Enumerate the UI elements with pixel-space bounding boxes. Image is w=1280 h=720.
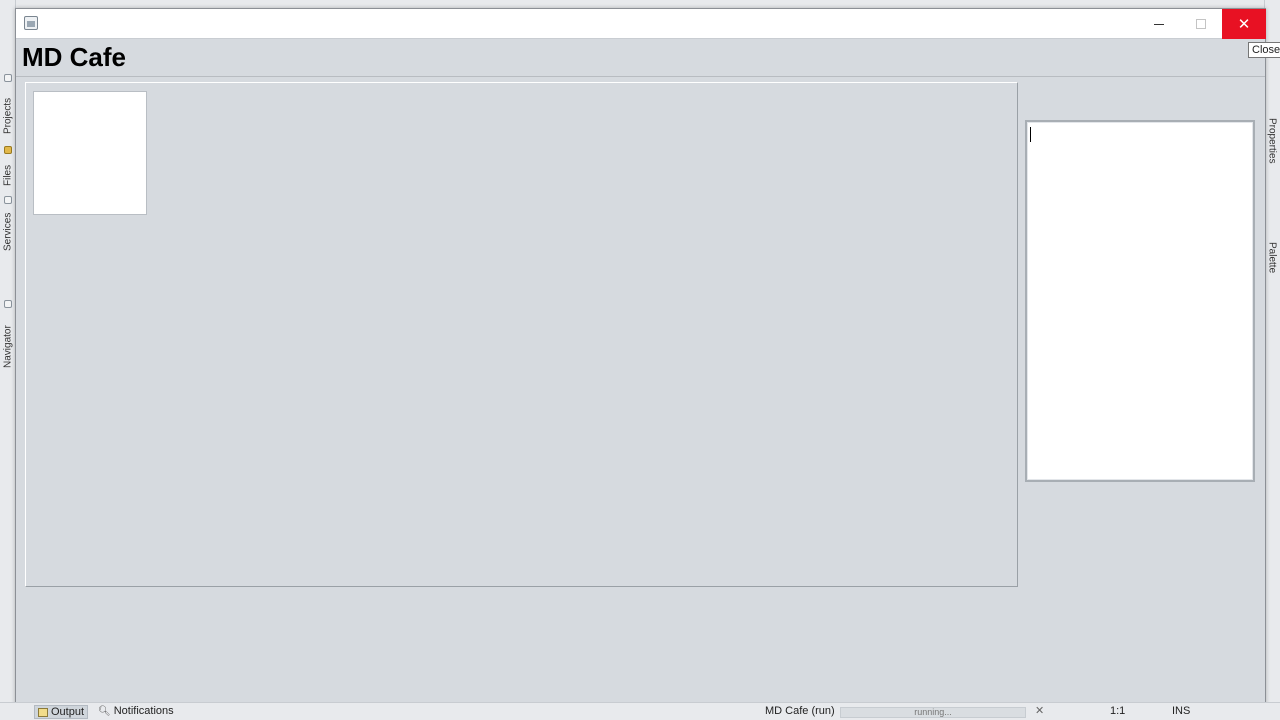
- app-window: ✕ MD Cafe: [15, 8, 1266, 707]
- output-icon: [38, 707, 48, 717]
- menu-items-panel: [25, 82, 1018, 587]
- side-tab-services[interactable]: Services: [1, 208, 15, 256]
- run-progress-bar: running...: [840, 707, 1026, 718]
- ide-left-sidebar: Projects Files Services Navigator: [0, 0, 16, 720]
- java-app-icon: [24, 16, 38, 30]
- services-icon[interactable]: [4, 196, 12, 204]
- maximize-icon: [1196, 19, 1206, 29]
- close-button[interactable]: ✕: [1222, 9, 1266, 39]
- insert-mode: INS: [1172, 705, 1191, 717]
- minimize-icon: [1154, 23, 1164, 25]
- menu-item-slot[interactable]: [33, 91, 147, 215]
- output-tab[interactable]: Output: [34, 705, 89, 719]
- page-title: MD Cafe: [22, 42, 127, 72]
- navigator-icon[interactable]: [4, 300, 12, 308]
- notifications-tab-label: Notifications: [113, 705, 174, 717]
- side-tab-projects[interactable]: Projects: [1, 92, 15, 140]
- close-icon: ✕: [1237, 16, 1251, 33]
- cancel-run-icon[interactable]: ✕: [1035, 704, 1044, 717]
- app-content: MD Cafe: [16, 40, 1265, 707]
- text-caret: [1030, 127, 1031, 142]
- ide-right-sidebar: Properties Palette: [1264, 0, 1280, 720]
- projects-icon[interactable]: [4, 74, 12, 82]
- cursor-position: 1:1: [1110, 705, 1126, 717]
- side-tab-properties[interactable]: Properties: [1265, 112, 1279, 170]
- close-tooltip: Close: [1248, 42, 1280, 58]
- ide-status-bar: Output 🔍︎ Notifications MD Cafe (run) ru…: [0, 702, 1280, 720]
- side-tab-palette[interactable]: Palette: [1265, 236, 1279, 280]
- title-divider: [16, 76, 1265, 77]
- order-text-area[interactable]: [1025, 120, 1255, 482]
- minimize-button[interactable]: [1138, 9, 1180, 39]
- notifications-icon: 🔍︎: [98, 705, 111, 717]
- side-tab-files[interactable]: Files: [1, 160, 15, 190]
- maximize-button[interactable]: [1180, 9, 1222, 39]
- output-tab-label: Output: [51, 706, 85, 718]
- run-status-label[interactable]: MD Cafe (run): [765, 705, 835, 717]
- side-tab-navigator[interactable]: Navigator: [1, 318, 15, 376]
- ide-top-strip: [0, 0, 1280, 8]
- files-icon[interactable]: [4, 146, 12, 154]
- output-tab-active: Output: [34, 705, 89, 719]
- notifications-tab[interactable]: 🔍︎ Notifications: [98, 705, 174, 717]
- window-titlebar[interactable]: ✕: [16, 9, 1266, 39]
